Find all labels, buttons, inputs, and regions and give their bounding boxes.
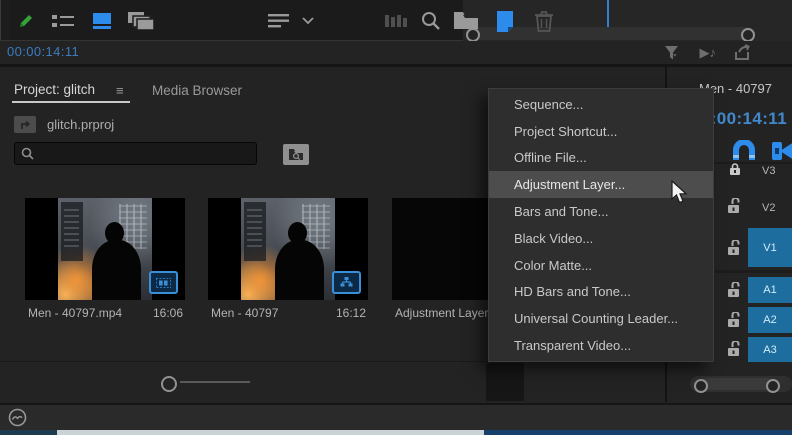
sequence-badge-icon (332, 271, 361, 294)
lock-icon[interactable] (727, 240, 742, 256)
bottom-strip-segment (484, 430, 792, 435)
clip-duration: 16:06 (153, 306, 183, 320)
column-settings-icon (383, 0, 413, 41)
search-icon (21, 147, 34, 160)
track-target-a1[interactable]: A1 (748, 277, 792, 303)
track-target-v1[interactable]: V1 (748, 228, 792, 267)
timeline-scrollbar-right-handle[interactable] (766, 379, 780, 393)
sequence-thumbnail[interactable] (208, 198, 368, 300)
timeline-scrollbar[interactable] (699, 378, 773, 390)
panel-divider (0, 64, 792, 67)
search-input[interactable] (40, 142, 256, 165)
freeform-view-button[interactable] (126, 0, 156, 41)
creative-cloud-icon[interactable] (8, 408, 27, 427)
adjustment-layer-name[interactable]: Adjustment Layer (395, 306, 488, 320)
mouse-cursor (670, 180, 688, 205)
track-target-a3[interactable]: A3 (748, 337, 792, 362)
tab-media-browser[interactable]: Media Browser (152, 83, 242, 98)
list-view-button[interactable] (50, 0, 76, 41)
trash-icon (530, 0, 558, 41)
timeline-scrollbar-left-handle[interactable] (694, 379, 708, 393)
menu-item-universal-counting-leader[interactable]: Universal Counting Leader... (489, 305, 713, 332)
navigator-right-handle[interactable] (741, 28, 755, 42)
lock-icon[interactable] (727, 198, 742, 214)
clip-thumbnail[interactable] (25, 198, 185, 300)
clip-name[interactable]: Men - 40797.mp4 (28, 306, 122, 320)
breadcrumb[interactable]: glitch.prproj (47, 117, 114, 132)
new-item-button[interactable] (489, 0, 521, 41)
menu-item-transparent-video[interactable]: Transparent Video... (489, 332, 713, 359)
new-bin-icon[interactable] (452, 0, 480, 41)
menu-item-black-video[interactable]: Black Video... (489, 225, 713, 252)
menu-item-hd-bars-and-tone[interactable]: HD Bars and Tone... (489, 279, 713, 306)
project-item-clip[interactable]: Men - 40797.mp4 16:06 (22, 196, 188, 324)
project-writable-icon[interactable] (14, 0, 38, 41)
play-audio-icon[interactable]: ▶♪ (700, 45, 717, 61)
new-item-context-menu: Sequence... Project Shortcut... Offline … (488, 88, 714, 362)
search-box[interactable] (14, 142, 257, 165)
folder-up-icon[interactable] (14, 116, 36, 133)
tab-project[interactable]: Project: glitch (14, 82, 95, 97)
menu-item-sequence[interactable]: Sequence... (489, 91, 713, 118)
bottom-strip-segment (0, 430, 57, 435)
active-tab-underline (12, 101, 130, 103)
clip-badge-icon (149, 271, 178, 294)
bottom-strip-segment (57, 430, 484, 435)
panel-menu-icon[interactable]: ≡ (116, 83, 124, 98)
icon-view-button[interactable] (90, 0, 114, 41)
zoom-slider-handle[interactable] (161, 376, 177, 392)
sequence-name[interactable]: Men - 40797 (211, 306, 278, 320)
menu-item-color-matte[interactable]: Color Matte... (489, 252, 713, 279)
new-item-button-pressed-bg (486, 363, 524, 401)
thumbnail-scene (58, 198, 152, 300)
project-toolbar (0, 361, 666, 402)
lock-icon[interactable] (727, 282, 742, 298)
menu-item-project-shortcut[interactable]: Project Shortcut... (489, 118, 713, 145)
linked-selection-icon[interactable] (772, 140, 792, 162)
lock-icon[interactable] (729, 163, 741, 175)
find-bin-button[interactable] (283, 144, 309, 165)
chevron-down-icon[interactable] (300, 0, 316, 41)
sort-icon[interactable] (266, 0, 292, 41)
export-icon[interactable] (733, 44, 752, 62)
sequence-duration: 16:12 (336, 306, 366, 320)
track-target-a2[interactable]: A2 (748, 307, 792, 333)
filter-icon[interactable] (663, 44, 683, 62)
snap-icon[interactable] (731, 140, 757, 162)
lock-icon[interactable] (727, 341, 742, 357)
zoom-slider-track[interactable] (180, 381, 250, 383)
lock-icon[interactable] (727, 312, 742, 328)
premiere-pro-window: 00:00:14:11 ▶♪ Project: glitch ≡ Media B… (0, 0, 792, 435)
status-bar (0, 403, 792, 430)
track-label-v3[interactable]: V3 (762, 165, 775, 177)
track-label-v2[interactable]: V2 (762, 202, 775, 214)
track-divider (715, 270, 792, 273)
menu-item-offline-file[interactable]: Offline File... (489, 145, 713, 172)
playhead[interactable] (607, 0, 609, 27)
source-timecode: 00:00:14:11 (7, 44, 79, 59)
thumbnail-scene (241, 198, 335, 300)
find-icon[interactable] (418, 0, 442, 41)
project-item-sequence[interactable]: Men - 40797 16:12 (205, 196, 371, 324)
